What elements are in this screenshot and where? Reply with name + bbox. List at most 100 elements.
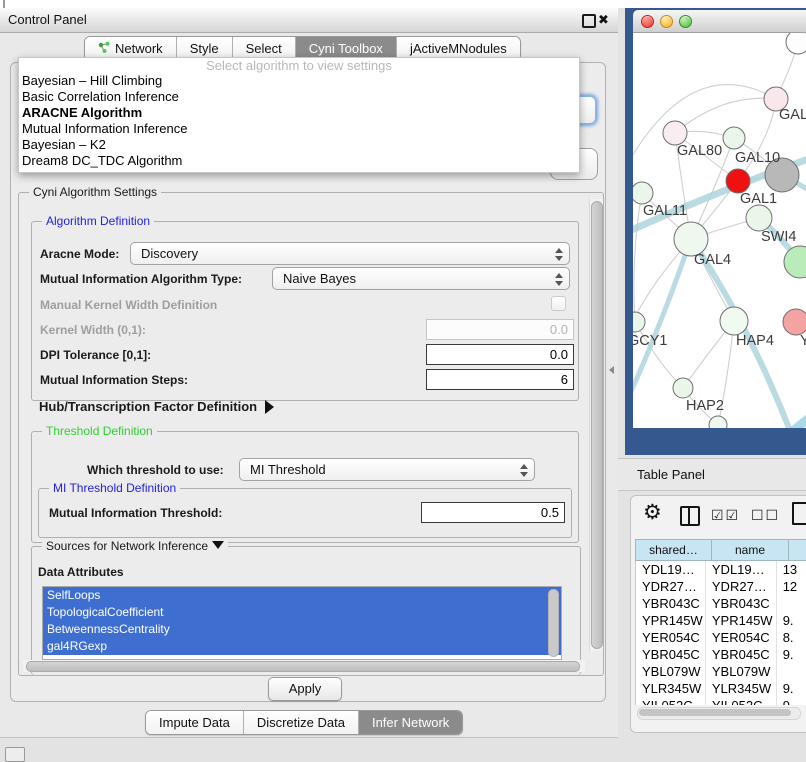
kernel-width-field[interactable]: 0.0 — [426, 319, 574, 340]
bottom-tab-label: Infer Network — [372, 715, 449, 730]
network-edge-thick[interactable] — [751, 415, 806, 428]
algorithm-option-dream8-dc-tdc-algorithm[interactable]: Dream8 DC_TDC Algorithm — [19, 153, 579, 169]
settings-vertical-scrollbar-thumb[interactable] — [591, 201, 603, 649]
column-header-shared[interactable]: shared… — [635, 539, 711, 561]
bottom-tab-impute-data[interactable]: Impute Data — [146, 711, 244, 734]
settings-horizontal-scrollbar[interactable] — [23, 660, 585, 672]
table-cell: YDR27… — [636, 578, 706, 595]
algorithm-option-mutual-information-inference[interactable]: Mutual Information Inference — [19, 121, 579, 137]
attribute-item-betweennesscentrality[interactable]: BetweennessCentrality — [43, 621, 561, 638]
algorithm-option-bayesian-hill-climbing[interactable]: Bayesian – Hill Climbing — [19, 73, 579, 89]
table-cell: 12 — [777, 578, 806, 595]
spinner-arrows-icon — [520, 464, 527, 477]
node-salmon-label: Y — [800, 333, 806, 349]
minimized-panel-button[interactable] — [5, 747, 25, 762]
algorithm-dropdown-list: Bayesian – Hill ClimbingBasic Correlatio… — [19, 73, 579, 169]
table-cell: YIL052C — [636, 697, 706, 705]
mi-steps-field[interactable]: 6 — [426, 369, 574, 390]
checked-boxes-icon[interactable]: ☑☑ — [711, 507, 740, 524]
top-tick — [3, 0, 5, 8]
node-gal10[interactable] — [723, 127, 745, 149]
attribute-list-scrollbar[interactable] — [548, 589, 559, 657]
settings-horizontal-scrollbar-thumb[interactable] — [26, 661, 580, 672]
hub-definition-expander[interactable]: Hub/Transcription Factor Definition — [39, 399, 274, 414]
attribute-item-gal4rgexp[interactable]: gal4RGexp — [43, 638, 561, 655]
minimize-traffic-light-icon[interactable] — [660, 15, 673, 28]
algorithm-option-bayesian-k2[interactable]: Bayesian – K2 — [19, 137, 579, 153]
table-row[interactable]: YDL19…YDL19…13 — [636, 561, 806, 578]
columns-icon[interactable] — [680, 506, 700, 526]
table-row[interactable]: YBL079WYBL079W — [636, 663, 806, 680]
node-hap4[interactable] — [720, 307, 748, 335]
gear-icon[interactable]: ⚙ — [643, 500, 662, 525]
table-cell: YBR045C — [706, 646, 777, 663]
node-hap2[interactable] — [673, 378, 693, 398]
algorithm-option-aracne-algorithm[interactable]: ARACNE Algorithm — [19, 105, 579, 121]
node-gcy1[interactable] — [633, 312, 645, 332]
data-attributes-list[interactable]: SelfLoopsTopologicalCoefficientBetweenne… — [42, 586, 562, 660]
mi-threshold-definition-group: MI Threshold Definition Mutual Informati… — [38, 488, 572, 538]
node-gal4-label: GAL4 — [694, 252, 731, 268]
node-gal80[interactable] — [663, 121, 687, 145]
zoom-traffic-light-icon[interactable] — [679, 15, 692, 28]
algorithm-option-basic-correlation-inference[interactable]: Basic Correlation Inference — [19, 89, 579, 105]
close-icon[interactable]: ✖ — [598, 11, 609, 29]
dpi-tolerance-field[interactable]: 0.0 — [426, 344, 574, 365]
table-row[interactable]: YLR345WYLR345W9. — [636, 680, 806, 697]
table-cell: YER054C — [636, 629, 706, 646]
node-gal1[interactable] — [726, 169, 750, 193]
table-row[interactable]: YDR27…YDR27…12 — [636, 578, 806, 595]
table-cell: YBL079W — [636, 663, 706, 680]
mi-type-select[interactable]: Naive Bayes — [272, 267, 570, 290]
table-horizontal-scrollbar[interactable] — [637, 707, 801, 720]
node-salmon[interactable] — [783, 309, 806, 335]
data-attributes-label: Data Attributes — [38, 565, 124, 579]
bottom-tab-label: Discretize Data — [257, 715, 345, 730]
table-row[interactable]: YIL052CYIL052C9. — [636, 697, 806, 705]
network-edge[interactable] — [675, 98, 776, 133]
float-window-icon[interactable] — [582, 14, 596, 28]
node-top[interactable] — [786, 33, 806, 54]
table-row[interactable]: YBR045CYBR045C9. — [636, 646, 806, 663]
which-threshold-select[interactable]: MI Threshold — [239, 458, 535, 481]
network-edge[interactable] — [635, 322, 683, 388]
attribute-item-topologicalcoefficient[interactable]: TopologicalCoefficient — [43, 604, 561, 621]
bottom-tab-discretize-data[interactable]: Discretize Data — [244, 711, 359, 734]
table-cell — [777, 595, 806, 612]
table-cell: 9. — [777, 646, 806, 663]
node-bottom[interactable] — [709, 416, 727, 428]
table-cell: YER054C — [706, 629, 777, 646]
column-header-a[interactable]: A — [788, 539, 806, 561]
attribute-item-selfloops[interactable]: SelfLoops — [43, 587, 561, 604]
node-gal11[interactable] — [633, 182, 653, 204]
column-header-name[interactable]: name — [711, 539, 788, 561]
table-row[interactable]: YBR043CYBR043C — [636, 595, 806, 612]
table-panel-body: ⚙ ☑☑ ☐☐ shared…nameA YDL19…YDL19…13YDR27… — [630, 495, 806, 733]
mi-threshold-field[interactable]: 0.5 — [421, 502, 565, 523]
table-cell: YBR043C — [706, 595, 777, 612]
table-cell: YLR345W — [706, 680, 777, 697]
sources-expander[interactable]: Sources for Network Inference — [42, 539, 228, 553]
close-traffic-light-icon[interactable] — [641, 15, 654, 28]
table-row[interactable]: YER054CYER054C8. — [636, 629, 806, 646]
threshold-definition-title: Threshold Definition — [42, 424, 157, 438]
bottom-tab-infer-network[interactable]: Infer Network — [359, 711, 462, 734]
table-horizontal-scrollbar-thumb[interactable] — [639, 709, 791, 716]
unchecked-boxes-icon[interactable]: ☐☐ — [751, 507, 780, 524]
algorithm-definition-group: Algorithm Definition Aracne Mode: Discov… — [31, 221, 579, 401]
network-canvas[interactable]: GALGAL80GAL10GAL1GAL11SWI4GAL4GCY1HAP4YH… — [633, 33, 806, 428]
table-row[interactable]: YPR145WYPR145W9. — [636, 612, 806, 629]
apply-button[interactable]: Apply — [268, 677, 342, 701]
node-gal4[interactable] — [674, 222, 708, 256]
settings-vertical-scrollbar[interactable] — [589, 199, 603, 651]
manual-kernel-checkbox[interactable] — [551, 296, 566, 311]
control-panel-titlebar: Control Panel ✖ — [0, 8, 618, 33]
document-icon[interactable] — [792, 502, 806, 525]
network-window-titlebar[interactable] — [633, 10, 806, 33]
tab-label: Network — [115, 41, 163, 56]
splitter-handle-icon[interactable] — [609, 366, 614, 374]
algorithm-dropdown-placeholder: Select algorithm to view settings — [19, 58, 579, 73]
aracne-mode-select[interactable]: Discovery — [130, 242, 570, 265]
node-swi4[interactable] — [746, 205, 772, 231]
network-edge[interactable] — [634, 193, 642, 322]
